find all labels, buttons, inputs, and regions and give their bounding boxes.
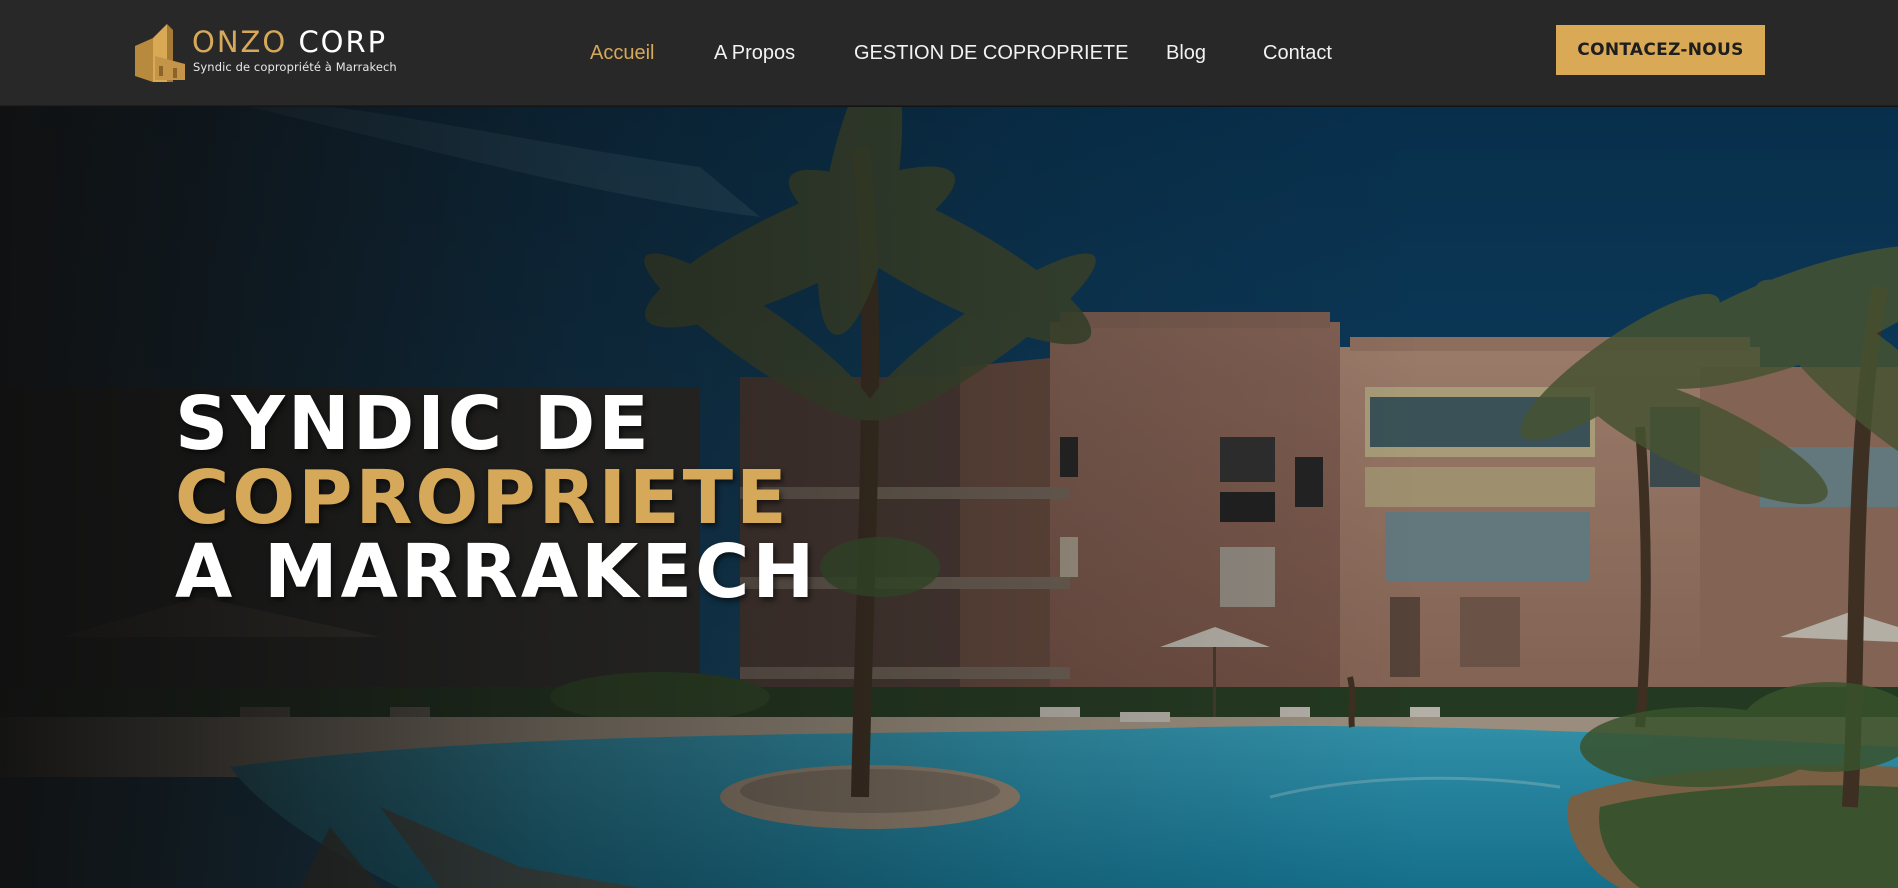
building-logo-icon (135, 24, 185, 82)
nav-item-a-propos[interactable]: A Propos (714, 41, 795, 65)
nav-item-gestion-de-copropriete[interactable]: GESTION DE COPROPRIETE (854, 41, 1128, 65)
logo-brand-corp: CORP (298, 25, 388, 59)
hero-title-line-1: SYNDIC DE (175, 381, 652, 467)
hero-title-line-3: A MARRAKECH (175, 529, 818, 615)
hero-title-line-2: COPROPRIETE (175, 455, 790, 541)
logo-tagline: Syndic de copropriété à Marrakech (193, 60, 397, 74)
logo[interactable]: ONZO CORP Syndic de copropriété à Marrak… (133, 24, 397, 82)
hero-section: SYNDIC DE COPROPRIETE A MARRAKECH (0, 107, 1898, 888)
site-header: ONZO CORP Syndic de copropriété à Marrak… (0, 0, 1898, 106)
nav-item-accueil[interactable]: Accueil (590, 41, 654, 65)
contact-cta-button[interactable]: CONTACEZ-NOUS (1556, 25, 1765, 75)
logo-brand: ONZO CORP (192, 24, 387, 60)
hero-title: SYNDIC DE COPROPRIETE A MARRAKECH (175, 387, 817, 609)
logo-brand-onzo: ONZO (192, 25, 288, 59)
nav-item-contact[interactable]: Contact (1263, 41, 1332, 65)
nav-item-blog[interactable]: Blog (1166, 41, 1206, 65)
